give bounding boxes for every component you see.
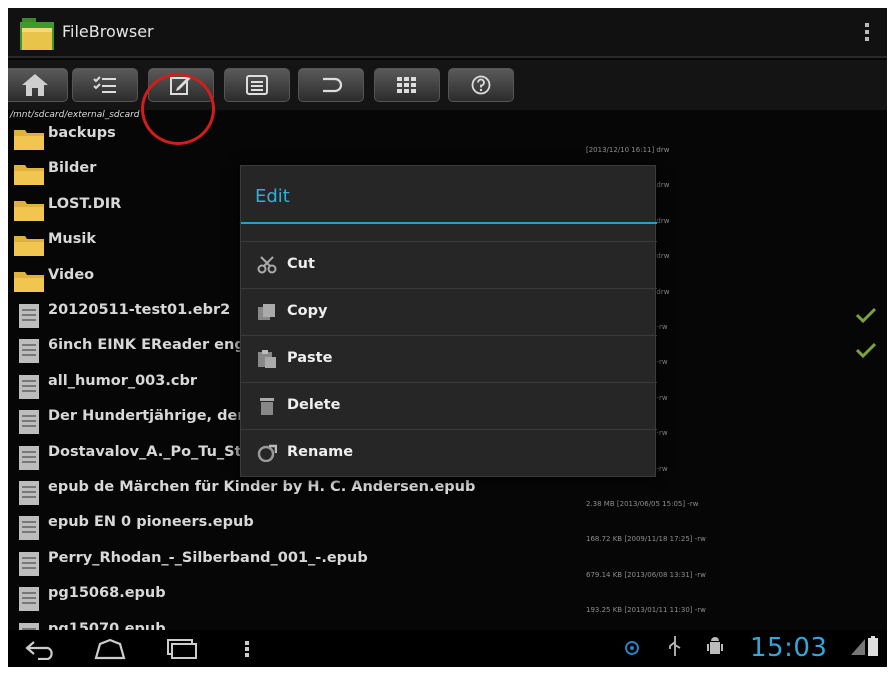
toolbar xyxy=(8,60,887,145)
menu-item-label: Paste xyxy=(287,350,333,366)
multiselect-button[interactable] xyxy=(72,68,138,102)
scissors-icon xyxy=(257,256,277,274)
file-meta: 2.38 MB [2013/06/05 15:05] -rw xyxy=(586,500,699,508)
menu-item-copy[interactable]: Copy xyxy=(241,288,657,335)
document-icon xyxy=(18,409,40,439)
back-nav-icon[interactable] xyxy=(24,638,60,660)
file-row[interactable]: Perry_Rhodan_-_Silberband_001_-.epub 679.… xyxy=(8,545,887,581)
checklist-icon xyxy=(93,76,116,93)
menu-item-label: Copy xyxy=(287,303,328,319)
document-icon xyxy=(18,586,40,616)
menu-item-delete[interactable]: Delete xyxy=(241,382,657,429)
paste-icon xyxy=(258,350,276,368)
file-meta: 168.72 KB [2009/11/18 17:25] -rw xyxy=(586,535,706,543)
checkmark-icon[interactable] xyxy=(855,342,877,362)
help-icon xyxy=(471,75,491,95)
folder-icon xyxy=(14,232,44,260)
file-name: 20120511-test01.ebr2 xyxy=(48,302,231,318)
file-name: Bilder xyxy=(48,160,97,176)
copy-icon xyxy=(258,304,275,320)
file-name: epub EN 0 pioneers.epub xyxy=(48,514,254,530)
system-nav-bar: 15:03 xyxy=(8,630,887,667)
document-icon xyxy=(18,303,40,333)
menu-item-cut[interactable]: Cut xyxy=(241,241,657,288)
status-clock: 15:03 xyxy=(750,633,828,663)
app-title: FileBrowser xyxy=(62,22,154,41)
folder-icon xyxy=(14,126,44,154)
location-status-icon xyxy=(625,641,639,655)
help-button[interactable] xyxy=(448,68,514,102)
file-name: Perry_Rhodan_-_Silberband_001_-.epub xyxy=(48,550,368,566)
folder-app-icon xyxy=(20,18,54,50)
menu-item-label: Cut xyxy=(287,256,315,272)
document-icon xyxy=(18,374,40,404)
folder-icon xyxy=(14,268,44,296)
file-name: backups xyxy=(48,125,116,141)
usb-status-icon xyxy=(669,636,681,656)
android-screen: FileBrowser /mnt/sdcard/external_sdcard … xyxy=(8,8,887,667)
document-icon xyxy=(18,515,40,545)
dialog-title: Edit xyxy=(255,186,290,207)
overflow-menu-icon[interactable] xyxy=(861,20,873,46)
list-details-icon xyxy=(246,75,268,95)
dialog-divider xyxy=(241,222,657,224)
menu-nav-icon[interactable] xyxy=(244,638,250,660)
file-row[interactable]: pg15068.epub 193.25 KB [2013/01/11 11:30]… xyxy=(8,580,887,616)
edit-dialog: Edit Cut Copy Paste Delete Rename xyxy=(240,165,657,477)
folder-icon xyxy=(14,161,44,189)
file-name: Musik xyxy=(48,231,96,247)
file-meta: [2013/12/10 16:11] drw xyxy=(586,146,670,154)
signal-status-icon xyxy=(851,639,865,655)
menu-item-label: Delete xyxy=(287,397,341,413)
file-row[interactable]: epub EN 0 pioneers.epub 168.72 KB [2009/1… xyxy=(8,509,887,545)
menu-item-label: Rename xyxy=(287,444,354,460)
document-icon xyxy=(18,338,40,368)
file-meta: 679.14 KB [2013/06/08 13:31] -rw xyxy=(586,571,706,579)
folder-icon xyxy=(14,197,44,225)
folder-row[interactable]: backups [2013/12/10 16:11] drw xyxy=(8,120,887,156)
document-icon xyxy=(18,551,40,581)
grid-icon xyxy=(397,77,416,93)
debug-status-icon xyxy=(707,637,723,654)
home-icon xyxy=(22,74,48,96)
trash-icon xyxy=(260,398,274,415)
details-button[interactable] xyxy=(224,68,290,102)
file-name: pg15068.epub xyxy=(48,585,166,601)
title-bar: FileBrowser xyxy=(8,8,887,58)
home-nav-icon[interactable] xyxy=(92,638,128,660)
back-arrow-icon xyxy=(323,77,343,93)
file-name: epub de Märchen für Kinder by H. C. Ande… xyxy=(48,479,476,495)
file-name: LOST.DIR xyxy=(48,196,122,212)
document-icon xyxy=(18,480,40,510)
battery-status-icon xyxy=(868,636,878,656)
file-name: Video xyxy=(48,267,95,283)
menu-item-rename[interactable]: Rename xyxy=(241,429,657,476)
grid-view-button[interactable] xyxy=(374,68,440,102)
back-button[interactable] xyxy=(298,68,364,102)
recent-apps-icon[interactable] xyxy=(162,638,198,660)
file-name: all_humor_003.cbr xyxy=(48,373,197,389)
document-icon xyxy=(18,445,40,475)
menu-item-paste[interactable]: Paste xyxy=(241,335,657,382)
file-meta: 193.25 KB [2013/01/11 11:30] -rw xyxy=(586,606,706,614)
checkmark-icon[interactable] xyxy=(855,307,877,327)
file-name: Dostavalov_A._Po_Tu_Storo xyxy=(48,444,269,460)
file-row[interactable]: epub de Märchen für Kinder by H. C. Ande… xyxy=(8,474,887,510)
home-button[interactable] xyxy=(8,68,68,102)
rename-icon xyxy=(257,444,277,462)
